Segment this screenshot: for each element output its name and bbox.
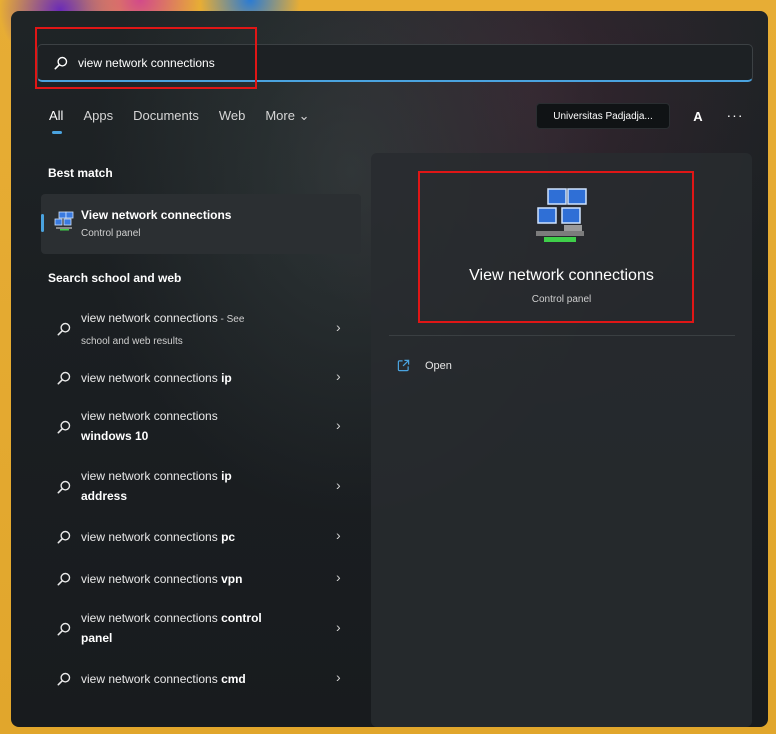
preview-title: View network connections [469,267,654,284]
suggestion-item[interactable]: view network connections pc › [45,526,361,548]
suggestion-item[interactable]: view network connections control panel › [45,608,361,650]
search-web-heading: Search school and web [48,271,182,285]
best-match-subtitle: Control panel [81,228,141,239]
network-connections-icon [54,211,74,231]
suggestion-text: view network connections [81,530,222,544]
search-icon [54,56,68,69]
suggestion-bold: ip [221,371,232,385]
suggestion-item[interactable]: view network connections ip › [45,367,361,389]
tab-documents[interactable]: Documents [133,108,199,132]
suggestion-item[interactable]: view network connections windows 10 › [45,406,361,448]
suggestion-text: view network connections [81,409,218,423]
more-options-button[interactable]: ··· [724,107,746,127]
search-icon [57,672,71,686]
chevron-right-icon: › [336,368,341,384]
suggestion-item[interactable]: view network connections cmd › [45,668,361,690]
search-input[interactable] [78,55,678,70]
suggestion-bold: vpn [221,572,243,586]
search-icon [57,420,71,434]
search-icon [57,480,71,494]
divider [389,335,735,336]
chevron-right-icon: › [336,527,341,543]
suggestion-text: view network connections [81,469,222,483]
start-search-panel: All Apps Documents Web More ⌄ Universita… [11,11,768,727]
chevron-right-icon: › [336,669,341,685]
chevron-right-icon: › [336,319,341,335]
suggestion-bold: windows 10 [81,429,149,443]
account-avatar[interactable]: A [688,107,708,127]
tab-more[interactable]: More ⌄ [265,108,309,132]
chevron-right-icon: › [336,569,341,585]
suggestion-line2: address [81,489,128,503]
suggestion-bold: pc [221,530,236,544]
suggestion-bold: cmd [221,672,246,686]
preview-pane: View network connections Control panel O… [371,153,752,727]
filter-tabs: All Apps Documents Web More ⌄ [49,108,329,134]
tab-apps[interactable]: Apps [83,108,113,132]
best-match-title: View network connections [81,208,232,222]
suggestion-item[interactable]: view network connections ip address › [45,466,361,508]
open-action[interactable]: Open [397,359,452,372]
suggestion-text: view network connections [81,371,222,385]
selection-indicator [41,214,44,232]
chevron-right-icon: › [336,619,341,635]
suggestion-text: view network connections [81,311,218,325]
search-icon [57,622,71,636]
suggestion-bold: control [221,611,262,625]
suggestion-line2: school and web results [81,336,183,347]
search-icon [57,572,71,586]
chevron-right-icon: › [336,417,341,433]
suggestion-line2: panel [81,631,113,645]
suggestion-bold: ip [221,469,232,483]
network-connections-icon [536,188,587,242]
tab-web[interactable]: Web [219,108,246,132]
tab-all[interactable]: All [49,108,63,134]
chevron-right-icon: › [336,477,341,493]
best-match-heading: Best match [48,166,113,180]
best-match-item[interactable]: View network connections Control panel [41,194,361,254]
suggestion-item[interactable]: view network connections - See school an… [45,307,361,351]
suggestion-text: view network connections [81,672,222,686]
suggestion-suffix: - See [217,314,245,325]
preview-subtitle: Control panel [531,294,592,305]
open-label: Open [425,359,452,372]
suggestion-item[interactable]: view network connections vpn › [45,568,361,590]
open-external-icon [397,359,410,372]
search-icon [57,530,71,544]
suggestion-text: view network connections [81,572,222,586]
organization-button[interactable]: Universitas Padjadja... [536,103,670,129]
search-icon [57,371,71,385]
search-icon [57,322,71,336]
search-box[interactable] [37,44,753,82]
suggestion-text: view network connections [81,611,222,625]
